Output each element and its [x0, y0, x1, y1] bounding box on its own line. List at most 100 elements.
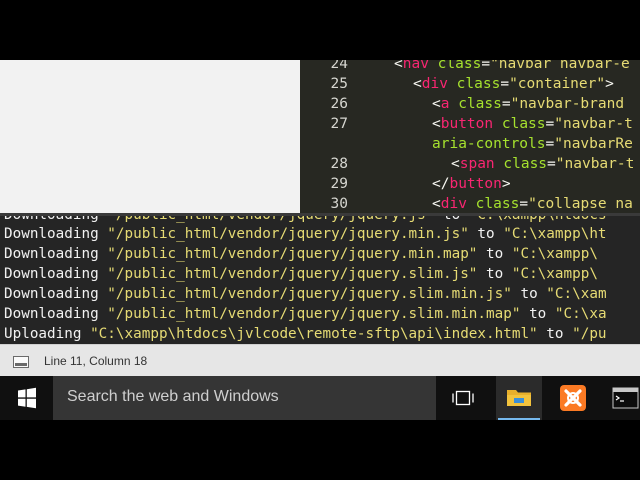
code-text: <span class="navbar-t — [451, 154, 634, 174]
console-target-path: "C:\xampp\ht — [503, 226, 607, 242]
code-text: <div class="collapse na — [432, 194, 633, 213]
search-placeholder: Search the web and Windows — [67, 388, 279, 405]
code-token: button — [440, 116, 494, 132]
code-text: aria-controls="navbarRe — [432, 134, 633, 154]
code-token: "navbar-t — [555, 156, 635, 172]
code-token: div — [421, 76, 448, 92]
code-token: "container" — [509, 76, 606, 92]
console-action: Downloading — [4, 216, 99, 223]
console-line: Downloading "/public_html/vendor/jquery/… — [4, 264, 598, 284]
code-line[interactable]: 28 <span class="navbar-t — [300, 154, 640, 174]
code-token: </ — [432, 176, 450, 192]
console-action: Downloading — [4, 226, 99, 242]
output-console[interactable]: Downloading "/public_html/vendor/jquery/… — [0, 216, 640, 344]
code-token: = — [519, 196, 529, 212]
console-target-path: "C:\xampp\htdocs — [469, 216, 607, 223]
console-connector: to — [529, 306, 547, 322]
line-number: 29 — [330, 176, 348, 192]
code-token: div — [440, 196, 467, 212]
code-editor[interactable]: 24 <nav class="navbar navbar-e 25 <div clas… — [300, 60, 640, 213]
console-line: Downloading "/public_html/vendor/jquery/… — [4, 244, 598, 264]
code-token: class — [456, 76, 501, 92]
panel-toggle-icon[interactable] — [13, 356, 29, 368]
code-token: nav — [402, 60, 429, 72]
line-number: 24 — [330, 60, 348, 72]
windows-logo-icon — [18, 387, 36, 409]
console-action: Downloading — [4, 266, 99, 282]
code-token: class — [437, 60, 482, 72]
left-pane — [0, 60, 300, 213]
line-number: 27 — [330, 116, 348, 132]
code-token: = — [481, 60, 491, 72]
code-token: class — [501, 116, 546, 132]
console-source-path: "/public_html/vendor/jquery/jquery.slim.… — [107, 306, 521, 322]
code-text: </button> — [432, 174, 511, 194]
xampp-icon — [560, 385, 586, 411]
code-token: "navbar-t — [554, 116, 633, 132]
taskbar-app-command-prompt[interactable] — [604, 376, 640, 420]
console-action: Uploading — [4, 326, 82, 342]
console-action: Downloading — [4, 286, 99, 302]
console-line: Downloading "/public_html/vendor/jquery/… — [4, 284, 607, 304]
code-token: "navbar-brand — [510, 96, 625, 112]
code-token: < — [432, 196, 441, 212]
code-token: = — [545, 136, 555, 152]
line-number: 26 — [330, 96, 348, 112]
line-number: 28 — [330, 156, 348, 172]
console-line: Uploading "C:\xampp\htdocs\jvlcode\remot… — [4, 324, 607, 344]
console-source-path: "/public_html/vendor/jquery/jquery.min.m… — [107, 246, 478, 262]
code-token: class — [475, 196, 520, 212]
console-source-path: "/public_html/vendor/jquery/jquery.slim.… — [107, 286, 512, 302]
code-line[interactable]: 30 <div class="collapse na — [300, 194, 640, 213]
code-text: <a class="navbar-brand — [432, 94, 624, 114]
line-number: 30 — [330, 196, 348, 212]
console-source-path: "/public_html/vendor/jquery/jquery.slim.… — [107, 266, 478, 282]
code-line[interactable]: 25 <div class="container"> — [300, 74, 640, 94]
top-letterbox — [0, 0, 640, 60]
code-token: = — [501, 96, 511, 112]
code-token: "navbar navbar-e — [490, 60, 630, 72]
console-line: Downloading "/public_html/vendor/jquery/… — [4, 304, 607, 324]
code-line[interactable]: 26 <a class="navbar-brand — [300, 94, 640, 114]
code-token: < — [413, 76, 422, 92]
code-text: <nav class="navbar navbar-e — [394, 60, 630, 74]
code-token: < — [394, 60, 403, 72]
code-line[interactable]: 24 <nav class="navbar navbar-e — [300, 60, 640, 74]
console-connector: to — [520, 286, 538, 302]
code-line[interactable]: aria-controls="navbarRe — [300, 134, 640, 154]
code-token: > — [501, 176, 511, 192]
code-token: = — [545, 116, 555, 132]
console-source-path: "/public_html/vendor/jquery/jquery.js" — [107, 216, 434, 223]
console-source-path: "C:\xampp\htdocs\jvlcode\remote-sftp\api… — [90, 326, 538, 342]
console-connector: to — [546, 326, 564, 342]
console-action: Downloading — [4, 246, 99, 262]
console-target-path: "C:\xampp\ — [511, 266, 598, 282]
code-token: button — [449, 176, 502, 192]
code-token: < — [432, 116, 441, 132]
task-view-icon — [452, 390, 474, 406]
bottom-letterbox — [0, 420, 640, 480]
code-token: class — [458, 96, 502, 112]
code-token: aria-controls — [432, 136, 546, 152]
console-connector: to — [443, 216, 460, 223]
code-line[interactable]: 29 </button> — [300, 174, 640, 194]
start-button[interactable] — [0, 376, 53, 420]
taskbar-app-xampp[interactable] — [550, 376, 596, 420]
line-number: 25 — [330, 76, 348, 92]
code-token: span — [459, 156, 495, 172]
code-token: < — [432, 96, 441, 112]
taskbar-app-file-explorer[interactable] — [496, 376, 542, 420]
console-source-path: "/public_html/vendor/jquery/jquery.min.j… — [107, 226, 469, 242]
code-line[interactable]: 27 <button class="navbar-t — [300, 114, 640, 134]
cursor-position: Line 11, Column 18 — [44, 354, 148, 368]
code-token: < — [451, 156, 460, 172]
code-token: = — [547, 156, 556, 172]
task-view-button[interactable] — [440, 376, 486, 420]
code-token: "collapse na — [528, 196, 633, 212]
search-box[interactable]: Search the web and Windows — [53, 376, 436, 420]
console-connector: to — [486, 246, 504, 262]
console-line: Downloading "/public_html/vendor/jquery/… — [4, 224, 607, 244]
